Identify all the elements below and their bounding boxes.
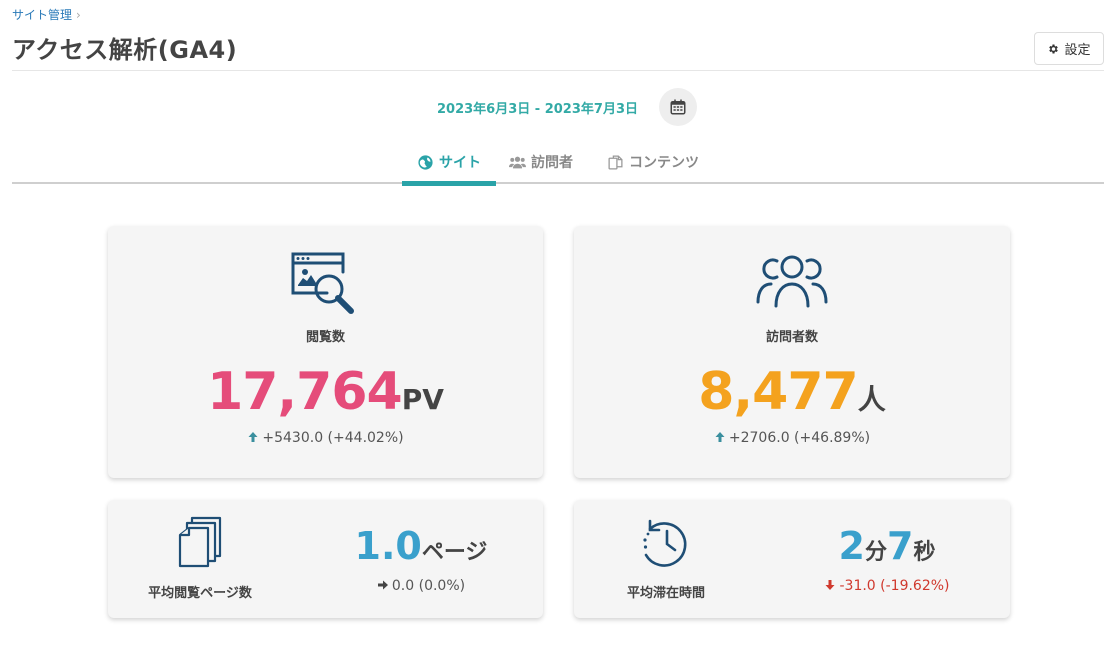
tab-content-label: コンテンツ — [629, 155, 699, 171]
tab-visitors-label: 訪問者 — [531, 155, 573, 171]
users-icon — [509, 156, 526, 168]
copy-icon — [608, 154, 623, 170]
breadcrumb-link-site-admin[interactable]: サイト管理 — [12, 6, 72, 23]
page-title: アクセス解析(GA4) — [12, 36, 238, 64]
header-divider — [12, 70, 1104, 71]
pages-per-visit-value: 1.0ページ — [308, 524, 534, 568]
globe-icon — [418, 154, 433, 170]
arrow-right-icon — [377, 580, 388, 590]
visitors-card: 訪問者数 8,477人 +2706.0 (+46.89%) — [574, 226, 1010, 478]
avg-duration-minutes: 2 — [838, 524, 865, 568]
visitors-number: 8,477 — [698, 362, 858, 422]
arrow-up-icon — [248, 432, 258, 442]
pageviews-card: 閲覧数 17,764PV +5430.0 (+44.02%) — [108, 226, 543, 478]
pageviews-change-text: +5430.0 (+44.02%) — [262, 430, 404, 446]
pages-per-visit-change-text: 0.0 (0.0%) — [391, 578, 466, 594]
tab-visitors[interactable]: 訪問者 — [509, 140, 573, 184]
breadcrumb-separator: › — [76, 7, 81, 22]
arrow-down-icon — [825, 580, 835, 590]
pageviews-unit: PV — [401, 383, 444, 416]
pageviews-change: +5430.0 (+44.02%) — [108, 430, 543, 446]
pageviews-number: 17,764 — [207, 362, 403, 422]
visitors-unit: 人 — [857, 383, 886, 416]
visitors-value: 8,477人 — [574, 362, 1010, 422]
people-group-icon — [756, 255, 828, 308]
tab-site[interactable]: サイト — [402, 140, 496, 186]
avg-duration-change: -31.0 (-19.62%) — [774, 578, 1000, 594]
pageviews-label: 閲覧数 — [305, 330, 345, 345]
avg-duration-change-text: -31.0 (-19.62%) — [839, 578, 950, 594]
arrow-up-icon — [715, 432, 725, 442]
calendar-button[interactable] — [659, 88, 697, 126]
pages-per-visit-change: 0.0 (0.0%) — [308, 578, 534, 594]
avg-duration-seconds: 7 — [887, 524, 914, 568]
breadcrumb: サイト管理 › — [12, 6, 81, 23]
avg-duration-label: 平均滞在時間 — [626, 586, 705, 601]
pages-stack-icon — [178, 516, 222, 568]
tab-content[interactable]: コンテンツ — [607, 140, 699, 184]
pages-per-visit-label: 平均閲覧ページ数 — [148, 586, 252, 601]
avg-duration-seconds-unit: 秒 — [913, 540, 936, 565]
pages-per-visit-number: 1.0 — [354, 524, 422, 568]
visitors-change-text: +2706.0 (+46.89%) — [728, 430, 871, 446]
avg-duration-minutes-unit: 分 — [864, 540, 887, 565]
settings-button[interactable]: 設定 — [1034, 32, 1104, 65]
avg-duration-value: 2分7秒 — [774, 524, 1000, 568]
history-clock-icon — [643, 519, 687, 567]
pageviews-value: 17,764PV — [108, 362, 543, 422]
tab-bar: サイト 訪問者 コンテンツ — [12, 140, 1104, 186]
pages-per-visit-card: 平均閲覧ページ数 1.0ページ 0.0 (0.0%) — [108, 500, 543, 618]
visitors-change: +2706.0 (+46.89%) — [574, 430, 1010, 446]
calendar-icon — [670, 99, 686, 115]
gear-icon — [1049, 44, 1059, 53]
pages-per-visit-unit: ページ — [421, 540, 488, 565]
visitors-label: 訪問者数 — [765, 330, 818, 345]
tab-site-label: サイト — [439, 155, 481, 171]
settings-button-label: 設定 — [1064, 43, 1091, 58]
date-range: 2023年6月3日 - 2023年7月3日 — [437, 102, 638, 117]
avg-duration-card: 平均滞在時間 2分7秒 -31.0 (-19.62%) — [574, 500, 1010, 618]
browser-search-icon — [291, 252, 354, 314]
